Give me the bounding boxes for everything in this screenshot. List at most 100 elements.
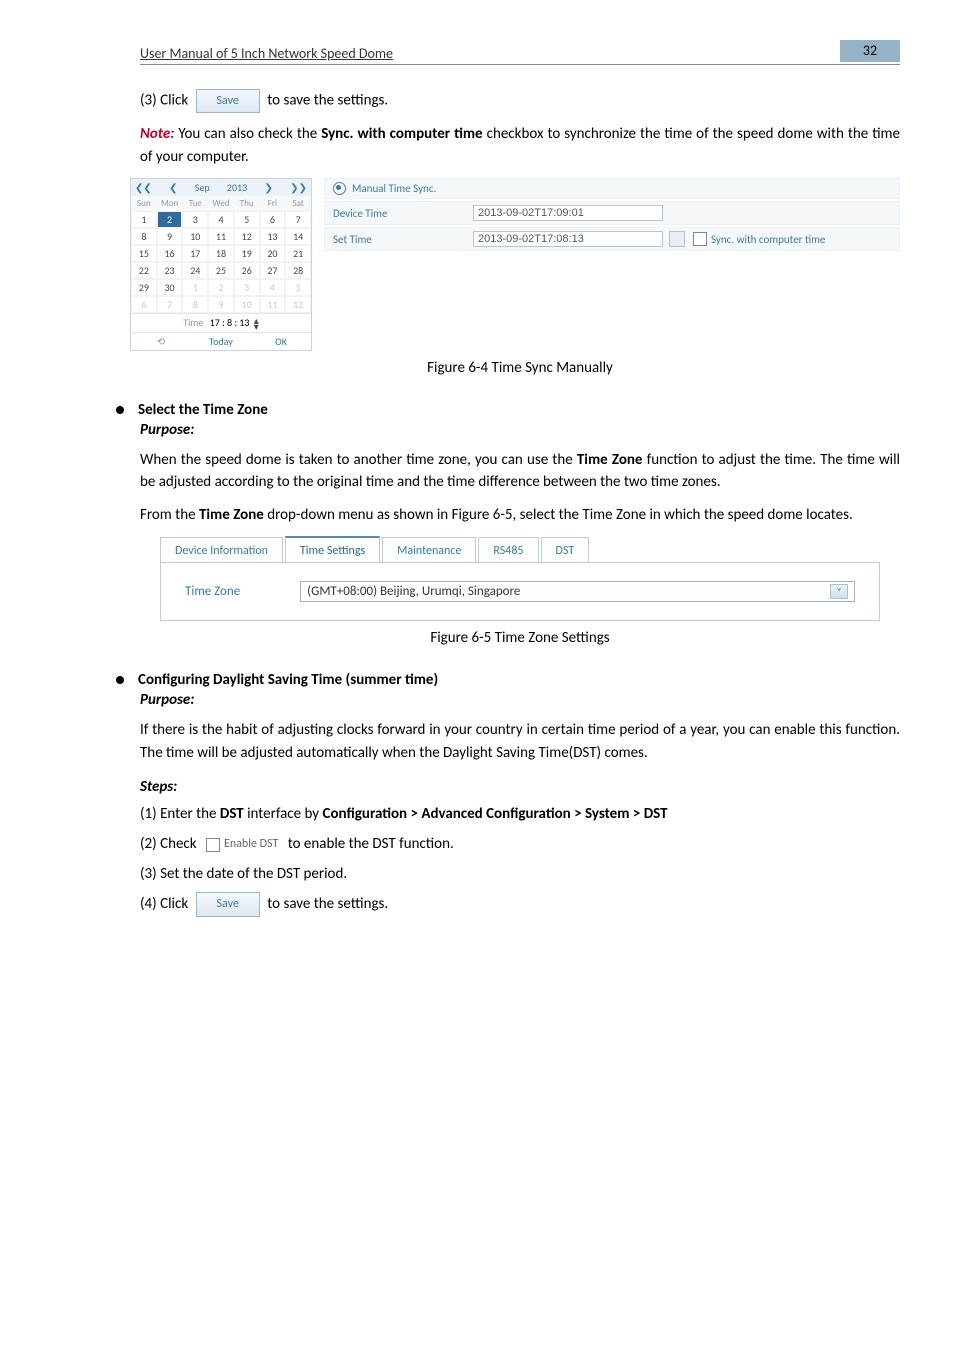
calendar-day[interactable]: 17 xyxy=(182,245,208,262)
cal-year: 2013 xyxy=(227,181,247,194)
calendar-day[interactable]: 11 xyxy=(260,296,286,313)
cal-prev-month-icon[interactable]: ❮ xyxy=(169,181,177,194)
cal-prev-year-icon[interactable]: ❮❮ xyxy=(135,181,152,194)
figure-6-5-caption: Figure 6-5 Time Zone Settings xyxy=(140,629,900,647)
calendar-day[interactable]: 27 xyxy=(260,262,286,279)
calendar-day[interactable]: 12 xyxy=(234,228,260,245)
sync-computer-checkbox[interactable] xyxy=(693,232,707,246)
cal-month: Sep xyxy=(195,181,210,194)
calendar-day[interactable]: 30 xyxy=(157,279,183,296)
page-header: User Manual of 5 Inch Network Speed Dome… xyxy=(140,40,900,65)
radio-selected-icon[interactable] xyxy=(333,182,346,195)
save-button[interactable]: Save xyxy=(196,89,260,113)
calendar-day[interactable]: 9 xyxy=(157,228,183,245)
tab-maintenance[interactable]: Maintenance xyxy=(382,537,476,562)
cal-clear-button[interactable]: ⟲ xyxy=(131,333,191,350)
calendar-day[interactable]: 7 xyxy=(157,296,183,313)
calendar-dow: Sun xyxy=(131,196,157,211)
time-spinner-icon[interactable]: ▴▾ xyxy=(254,318,259,330)
calendar-dow: Fri xyxy=(260,196,286,211)
set-time-input[interactable] xyxy=(473,231,663,247)
device-time-row: Device Time xyxy=(324,201,900,225)
calendar-time-row: Time 17 : 8 : 13 ▴▾ xyxy=(131,313,311,332)
calendar-day[interactable]: 13 xyxy=(260,228,286,245)
calendar-day[interactable]: 1 xyxy=(131,211,157,228)
figure-time-zone-settings: Device InformationTime SettingsMaintenan… xyxy=(160,536,880,621)
calendar-day[interactable]: 2 xyxy=(208,279,234,296)
calendar-day[interactable]: 15 xyxy=(131,245,157,262)
calendar-day[interactable]: 18 xyxy=(208,245,234,262)
calendar-day[interactable]: 29 xyxy=(131,279,157,296)
chevron-down-icon[interactable]: ˅ xyxy=(830,584,848,599)
calendar-day[interactable]: 16 xyxy=(157,245,183,262)
calendar-day[interactable]: 10 xyxy=(182,228,208,245)
tab-time-settings[interactable]: Time Settings xyxy=(285,536,380,562)
calendar-day[interactable]: 23 xyxy=(157,262,183,279)
calendar-day[interactable]: 3 xyxy=(234,279,260,296)
calendar-day[interactable]: 20 xyxy=(260,245,286,262)
calendar-day[interactable]: 26 xyxy=(234,262,260,279)
calendar-widget[interactable]: ❮❮ ❮ Sep 2013 ❯ ❯❯ SunMonTueWedThuFriSat… xyxy=(130,178,312,351)
calendar-day[interactable]: 5 xyxy=(234,211,260,228)
enable-dst-checkbox[interactable] xyxy=(206,838,220,852)
tz-purpose-label: Purpose: xyxy=(140,421,900,439)
calendar-day[interactable]: 10 xyxy=(234,296,260,313)
time-zone-label: Time Zone xyxy=(185,584,240,599)
calendar-day[interactable]: 6 xyxy=(260,211,286,228)
tz-paragraph-1: When the speed dome is taken to another … xyxy=(140,449,900,494)
cal-ok-button[interactable]: OK xyxy=(251,333,311,350)
calendar-day[interactable]: 22 xyxy=(131,262,157,279)
calendar-day[interactable]: 24 xyxy=(182,262,208,279)
time-zone-select[interactable]: (GMT+08:00) Beijing, Urumqi, Singapore ˅ xyxy=(300,581,855,602)
cal-next-month-icon[interactable]: ❯ xyxy=(265,181,273,194)
calendar-day[interactable]: 1 xyxy=(182,279,208,296)
calendar-dow: Mon xyxy=(157,196,183,211)
tab-rs485[interactable]: RS485 xyxy=(478,537,538,562)
calendar-icon[interactable] xyxy=(669,231,685,247)
calendar-day[interactable]: 5 xyxy=(285,279,311,296)
cal-today-button[interactable]: Today xyxy=(191,333,251,350)
note-text-1: You can also check the xyxy=(174,125,321,143)
calendar-day[interactable]: 7 xyxy=(285,211,311,228)
tab-device-information[interactable]: Device Information xyxy=(160,537,283,562)
calendar-day[interactable]: 12 xyxy=(285,296,311,313)
device-time-label: Device Time xyxy=(333,207,473,220)
time-label: Time xyxy=(183,316,203,329)
dst-heading: Configuring Daylight Saving Time (summer… xyxy=(138,671,438,689)
save-button[interactable]: Save xyxy=(196,892,260,917)
calendar-day[interactable]: 28 xyxy=(285,262,311,279)
tab-bar: Device InformationTime SettingsMaintenan… xyxy=(160,536,880,562)
calendar-day[interactable]: 8 xyxy=(131,228,157,245)
dst-step-4: (4) Click Save to save the settings. xyxy=(140,892,900,917)
tab-dst[interactable]: DST xyxy=(541,537,590,562)
tz-heading-row: Select the Time Zone xyxy=(116,401,900,419)
calendar-day[interactable]: 11 xyxy=(208,228,234,245)
s1c: interface by xyxy=(244,805,323,823)
calendar-day[interactable]: 14 xyxy=(285,228,311,245)
dst-heading-row: Configuring Daylight Saving Time (summer… xyxy=(116,671,900,689)
s1b: DST xyxy=(220,805,244,823)
calendar-day[interactable]: 9 xyxy=(208,296,234,313)
calendar-dow: Wed xyxy=(208,196,234,211)
calendar-day[interactable]: 6 xyxy=(131,296,157,313)
calendar-day[interactable]: 4 xyxy=(260,279,286,296)
calendar-dow: Sat xyxy=(285,196,311,211)
s2b: to enable the DST function. xyxy=(288,835,454,853)
time-value[interactable]: 17 : 8 : 13 xyxy=(210,316,250,329)
calendar-footer: ⟲ Today OK xyxy=(131,332,311,350)
manual-sync-label: Manual Time Sync. xyxy=(352,182,436,195)
enable-dst-control[interactable]: Enable DST xyxy=(206,835,278,854)
calendar-day[interactable]: 2 xyxy=(157,211,183,228)
calendar-day[interactable]: 19 xyxy=(234,245,260,262)
tz-heading: Select the Time Zone xyxy=(138,401,268,419)
s1a: (1) Enter the xyxy=(140,805,220,823)
calendar-day[interactable]: 21 xyxy=(285,245,311,262)
calendar-day[interactable]: 8 xyxy=(182,296,208,313)
calendar-day[interactable]: 3 xyxy=(182,211,208,228)
calendar-day[interactable]: 4 xyxy=(208,211,234,228)
section-time-zone: Select the Time Zone Purpose: When the s… xyxy=(140,401,900,648)
section-dst: Configuring Daylight Saving Time (summer… xyxy=(140,671,900,917)
calendar-day[interactable]: 25 xyxy=(208,262,234,279)
cal-next-year-icon[interactable]: ❯❯ xyxy=(290,181,307,194)
tz-p2a: From the xyxy=(140,506,199,524)
